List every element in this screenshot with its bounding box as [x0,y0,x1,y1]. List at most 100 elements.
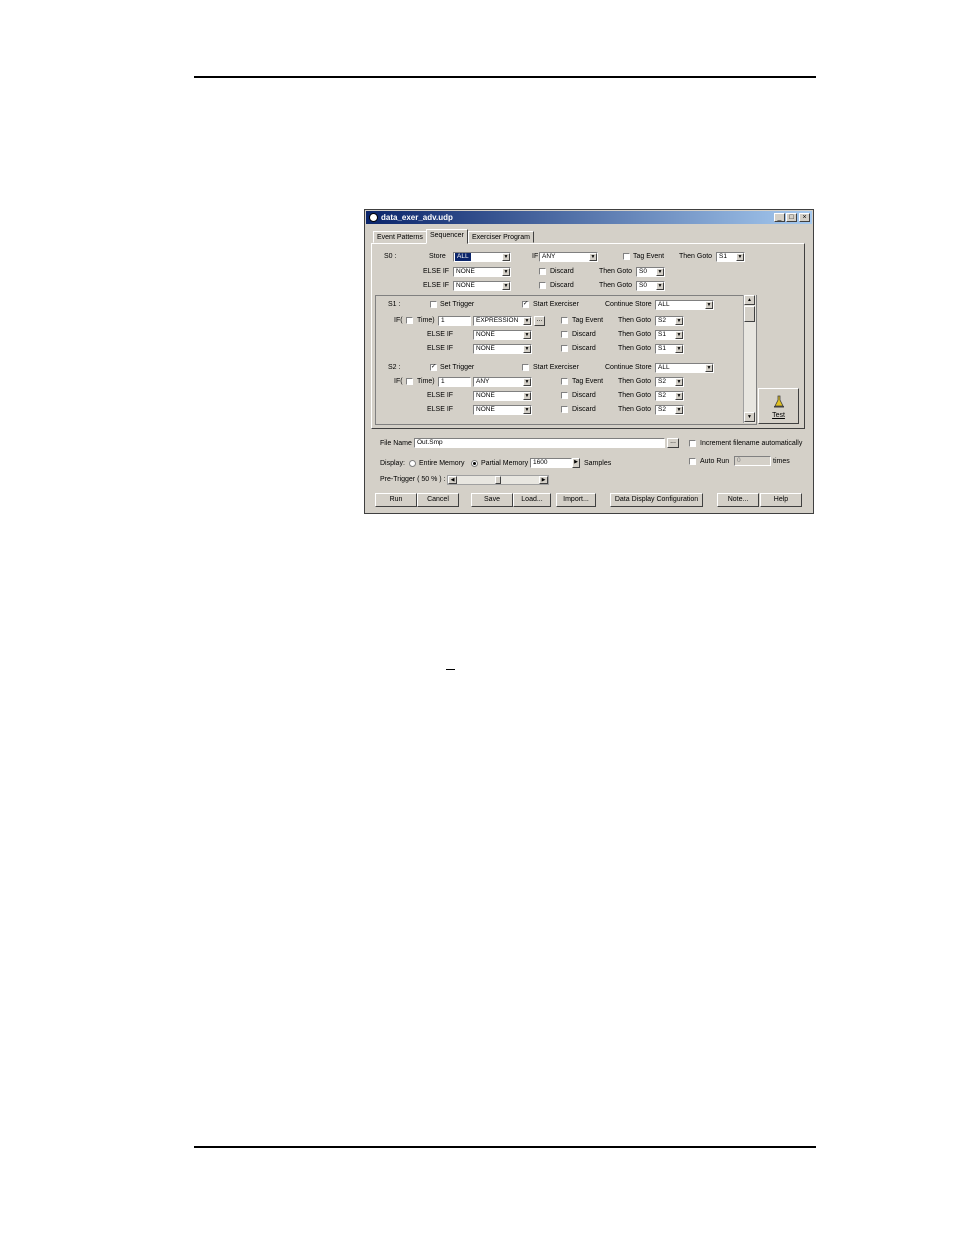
s0-then-goto-select[interactable]: S0 ▼ [636,281,665,291]
minimize-button[interactable]: _ [774,213,785,222]
auto-run-count-input[interactable]: 0 [734,456,771,466]
chevron-down-icon[interactable]: ▼ [675,331,683,339]
s2-time-checkbox[interactable] [406,378,413,385]
s1-continue-store-select[interactable]: ALL ▼ [655,300,714,310]
chevron-down-icon[interactable]: ▼ [675,345,683,353]
close-button[interactable]: × [799,213,810,222]
chevron-down-icon[interactable]: ▼ [736,253,744,261]
s2-continue-store-select[interactable]: ALL ▼ [655,363,714,373]
states-vertical-scrollbar[interactable]: ▲ ▼ [743,295,756,423]
scroll-down-arrow-icon[interactable]: ▼ [744,412,755,422]
chevron-down-icon[interactable]: ▼ [675,378,683,386]
chevron-down-icon[interactable]: ▼ [675,317,683,325]
pretrigger-slider[interactable]: ◀ ▶ [447,475,549,485]
s2-tag-event-checkbox[interactable] [561,378,568,385]
s0-else-if-select[interactable]: NONE ▼ [453,281,511,291]
s2-start-exerciser-label: Start Exerciser [533,364,579,371]
chevron-down-icon[interactable]: ▼ [523,345,531,353]
sequencer-states-list: S1 : Set Trigger ✓ Start Exerciser Conti… [375,295,757,425]
s2-then-goto-label: Then Goto [618,392,652,399]
s2-start-exerciser-checkbox[interactable] [522,364,529,371]
s1-discard-checkbox[interactable] [561,331,568,338]
tab-exerciser-program[interactable]: Exerciser Program [468,231,534,243]
chevron-down-icon[interactable]: ▼ [523,406,531,414]
s1-time-checkbox[interactable] [406,317,413,324]
title-bar[interactable]: data_exer_adv.udp _ □ × [366,211,812,224]
s1-tag-event-checkbox[interactable] [561,317,568,324]
s1-continue-store-label: Continue Store [605,301,652,308]
chevron-down-icon[interactable]: ▼ [705,301,713,309]
s1-edit-expression-button[interactable]: ... [534,316,545,326]
s0-discard-checkbox[interactable] [539,282,546,289]
partial-memory-radio[interactable] [471,460,478,467]
samples-spin-arrow-icon[interactable]: ▶ [572,458,580,468]
increment-filename-checkbox[interactable] [689,440,696,447]
chevron-down-icon[interactable]: ▼ [523,392,531,400]
tab-sequencer[interactable]: Sequencer [426,229,468,244]
s2-then-goto-select[interactable]: S2 ▼ [655,405,684,415]
s0-else-if-select[interactable]: NONE ▼ [453,267,511,277]
tab-event-patterns[interactable]: Event Patterns [373,231,427,243]
cancel-button[interactable]: Cancel [417,493,459,507]
s1-start-exerciser-checkbox[interactable]: ✓ [522,301,529,308]
s2-then-goto-select[interactable]: S2 ▼ [655,377,684,387]
samples-input[interactable]: 1600 [530,458,572,468]
import-button[interactable]: Import... [556,493,596,507]
chevron-down-icon[interactable]: ▼ [523,317,531,325]
s2-then-goto-select[interactable]: S2 ▼ [655,391,684,401]
s1-set-trigger-checkbox[interactable] [430,301,437,308]
partial-memory-label: Partial Memory [481,460,529,467]
maximize-button[interactable]: □ [786,213,797,222]
slider-thumb[interactable] [495,476,501,484]
chevron-down-icon[interactable]: ▼ [656,268,664,276]
save-button[interactable]: Save [471,493,513,507]
s1-then-goto-select[interactable]: S1 ▼ [655,344,684,354]
chevron-down-icon[interactable]: ▼ [502,282,510,290]
help-button[interactable]: Help [760,493,802,507]
s1-else-if-select[interactable]: NONE ▼ [473,330,532,340]
entire-memory-radio[interactable] [409,460,416,467]
s0-tag-event-checkbox[interactable] [623,253,630,260]
scroll-up-arrow-icon[interactable]: ▲ [744,295,755,305]
s2-else-if-select[interactable]: NONE ▼ [473,391,532,401]
note-button[interactable]: Note... [717,493,759,507]
s1-discard-checkbox[interactable] [561,345,568,352]
browse-button[interactable]: ... [667,438,679,448]
s0-discard-checkbox[interactable] [539,268,546,275]
test-button[interactable]: Test [758,388,799,424]
slider-right-arrow-icon[interactable]: ▶ [539,476,548,484]
s1-condition-select[interactable]: EXPRESSION ▼ [473,316,532,326]
s0-store-select[interactable]: ALL ▼ [453,252,511,262]
chevron-down-icon[interactable]: ▼ [502,268,510,276]
chevron-down-icon[interactable]: ▼ [502,253,510,261]
s2-time-input[interactable]: 1 [438,377,471,387]
s2-else-if-select[interactable]: NONE ▼ [473,405,532,415]
s1-then-goto-select[interactable]: S1 ▼ [655,330,684,340]
chevron-down-icon[interactable]: ▼ [675,392,683,400]
load-button[interactable]: Load... [513,493,551,507]
s2-condition-select[interactable]: ANY ▼ [473,377,532,387]
chevron-down-icon[interactable]: ▼ [589,253,597,261]
chevron-down-icon[interactable]: ▼ [675,406,683,414]
chevron-down-icon[interactable]: ▼ [705,364,713,372]
s1-else-if-select[interactable]: NONE ▼ [473,344,532,354]
s2-set-trigger-checkbox[interactable]: ✓ [430,364,437,371]
scroll-thumb[interactable] [744,306,755,322]
s1-time-input[interactable]: 1 [438,316,471,326]
slider-left-arrow-icon[interactable]: ◀ [448,476,457,484]
s0-then-goto-select[interactable]: S0 ▼ [636,267,665,277]
chevron-down-icon[interactable]: ▼ [523,378,531,386]
data-display-configuration-button[interactable]: Data Display Configuration [610,493,703,507]
s0-then-goto-select[interactable]: S1 ▼ [716,252,745,262]
file-name-input[interactable]: Out.Smp [414,438,665,448]
s2-discard-checkbox[interactable] [561,392,568,399]
s1-then-goto-select[interactable]: S2 ▼ [655,316,684,326]
sequencer-window: data_exer_adv.udp _ □ × Event Patterns S… [364,209,814,514]
s0-if-select[interactable]: ANY ▼ [539,252,598,262]
auto-run-checkbox[interactable] [689,458,696,465]
s1-time-label: Time) [417,317,435,324]
chevron-down-icon[interactable]: ▼ [523,331,531,339]
run-button[interactable]: Run [375,493,417,507]
s2-discard-checkbox[interactable] [561,406,568,413]
chevron-down-icon[interactable]: ▼ [656,282,664,290]
